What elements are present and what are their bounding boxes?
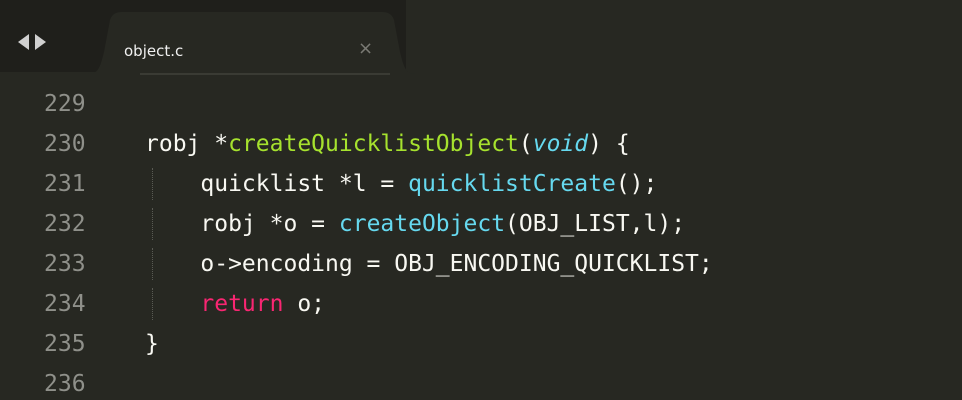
code-line[interactable]: 236 [0, 364, 962, 400]
code-token: o; [283, 291, 326, 317]
code-text: o->encoding = OBJ_ENCODING_QUICKLIST; [145, 244, 713, 284]
tab-bar: object.c × [0, 0, 962, 75]
line-number: 232 [44, 211, 86, 237]
editor-window: object.c × 229 230 robj *createQuicklistOb… [0, 0, 962, 400]
line-number: 230 [44, 131, 86, 157]
code-line[interactable]: 232 robj *o = createObject(OBJ_LIST,l); [0, 204, 962, 244]
line-number: 231 [44, 171, 86, 197]
code-token: robj *o = [145, 211, 339, 237]
code-token: (); [615, 171, 658, 197]
tab-bar-empty-area [406, 0, 962, 72]
code-line[interactable]: 230 robj *createQuicklistObject(void) { [0, 124, 962, 164]
code-text: robj *o = createObject(OBJ_LIST,l); [145, 204, 685, 244]
code-area[interactable]: 229 230 robj *createQuicklistObject(void) … [0, 84, 962, 400]
code-line[interactable]: 229 [0, 84, 962, 124]
code-token: ) { [588, 131, 630, 157]
code-token: ( [518, 131, 533, 157]
code-token: o->encoding = OBJ_ENCODING_QUICKLIST; [145, 251, 713, 277]
tab-object-c[interactable]: object.c × [88, 12, 416, 74]
line-number: 234 [44, 291, 86, 317]
code-line[interactable]: 231 quicklist *l = quicklistCreate(); [0, 164, 962, 204]
triangle-right-icon[interactable] [35, 34, 46, 50]
tab-navigation [18, 30, 46, 54]
code-line[interactable]: 233 o->encoding = OBJ_ENCODING_QUICKLIST… [0, 244, 962, 284]
tab-label: object.c [124, 42, 184, 60]
line-number: 235 [44, 331, 86, 357]
code-token: } [145, 331, 159, 357]
code-text: quicklist *l = quicklistCreate(); [145, 164, 657, 204]
line-number: 236 [44, 371, 86, 397]
code-token: return [200, 291, 284, 317]
code-text: return o; [145, 284, 325, 324]
code-text: } [145, 324, 159, 364]
code-token: quicklist *l = [145, 171, 409, 197]
close-icon[interactable]: × [358, 38, 373, 59]
triangle-left-icon[interactable] [18, 34, 29, 50]
code-token: (OBJ_LIST,l); [505, 211, 686, 237]
code-token: createQuicklistObject [228, 131, 519, 157]
tab-divider [140, 73, 390, 75]
code-token: robj * [145, 131, 229, 157]
code-line[interactable]: 235} [0, 324, 962, 364]
code-token: void [532, 131, 589, 157]
code-text: robj *createQuicklistObject(void) { [145, 124, 630, 164]
code-token: createObject [338, 211, 506, 237]
line-number: 233 [44, 251, 86, 277]
line-number: 229 [44, 91, 86, 117]
code-line[interactable]: 234 return o; [0, 284, 962, 324]
code-token: quicklistCreate [408, 171, 616, 197]
